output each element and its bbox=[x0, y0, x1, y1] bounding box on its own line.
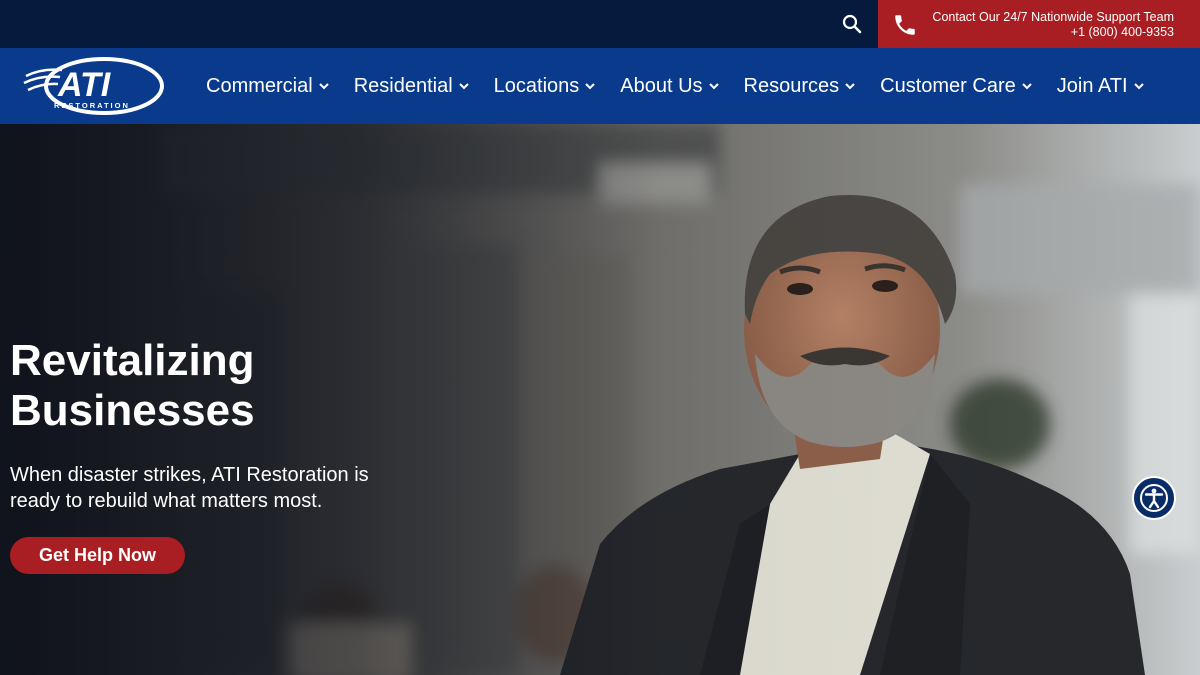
nav-item-label: Join ATI bbox=[1056, 74, 1128, 97]
contact-label: Contact Our 24/7 Nationwide Support Team bbox=[932, 10, 1174, 24]
nav-item-resources[interactable]: Resources bbox=[744, 75, 857, 98]
svg-text:ATI: ATI bbox=[57, 66, 112, 104]
nav-item-commercial[interactable]: Commercial bbox=[206, 75, 330, 98]
hero-title: Revitalizing Businesses bbox=[10, 336, 470, 436]
nav-item-join-ati[interactable]: Join ATI bbox=[1057, 75, 1145, 98]
nav-item-about-us[interactable]: About Us bbox=[620, 75, 719, 98]
chevron-down-icon bbox=[845, 83, 855, 90]
chevron-down-icon bbox=[318, 83, 329, 90]
nav-item-label: Customer Care bbox=[880, 74, 1016, 97]
contact-text: Contact Our 24/7 Nationwide Support Team… bbox=[932, 10, 1174, 40]
phone-icon bbox=[895, 15, 915, 35]
hero-title-line-1: Revitalizing bbox=[10, 336, 255, 385]
hero-subtitle: When disaster strikes, ATI Restoration i… bbox=[10, 464, 369, 512]
ati-logo-graphic: ATI RESTORATION bbox=[23, 57, 164, 115]
get-help-now-button[interactable]: Get Help Now bbox=[10, 537, 185, 574]
nav-menu: Commercial Residential Locations About U… bbox=[206, 48, 1145, 124]
utility-bar: Contact Our 24/7 Nationwide Support Team… bbox=[0, 0, 1200, 48]
chevron-down-icon bbox=[1133, 83, 1144, 90]
nav-item-label: Locations bbox=[493, 74, 580, 97]
search-icon bbox=[842, 14, 862, 34]
hero-section: Revitalizing Businesses When disaster st… bbox=[0, 124, 1200, 675]
nav-item-label: Commercial bbox=[206, 74, 313, 97]
nav-item-locations[interactable]: Locations bbox=[494, 75, 597, 98]
nav-item-residential[interactable]: Residential bbox=[354, 75, 470, 98]
chevron-down-icon bbox=[708, 83, 719, 90]
hero-title-line-2: Businesses bbox=[10, 386, 255, 435]
nav-item-label: About Us bbox=[620, 74, 703, 97]
chevron-down-icon bbox=[585, 83, 595, 90]
accessibility-button[interactable] bbox=[1132, 476, 1176, 520]
accessibility-icon bbox=[1140, 484, 1168, 512]
svg-text:RESTORATION: RESTORATION bbox=[54, 101, 130, 110]
contact-support-button[interactable]: Contact Our 24/7 Nationwide Support Team… bbox=[878, 0, 1200, 48]
nav-item-customer-care[interactable]: Customer Care bbox=[880, 75, 1033, 98]
search-button[interactable] bbox=[836, 8, 868, 40]
nav-item-label: Resources bbox=[743, 74, 840, 97]
ati-logo[interactable]: ATI RESTORATION bbox=[22, 56, 168, 118]
main-navigation: ATI RESTORATION Commercial Residential L… bbox=[0, 48, 1200, 124]
contact-phone-number: +1 (800) 400-9353 bbox=[1070, 25, 1174, 39]
nav-item-label: Residential bbox=[353, 74, 453, 97]
chevron-down-icon bbox=[1022, 83, 1032, 90]
chevron-down-icon bbox=[458, 83, 469, 90]
